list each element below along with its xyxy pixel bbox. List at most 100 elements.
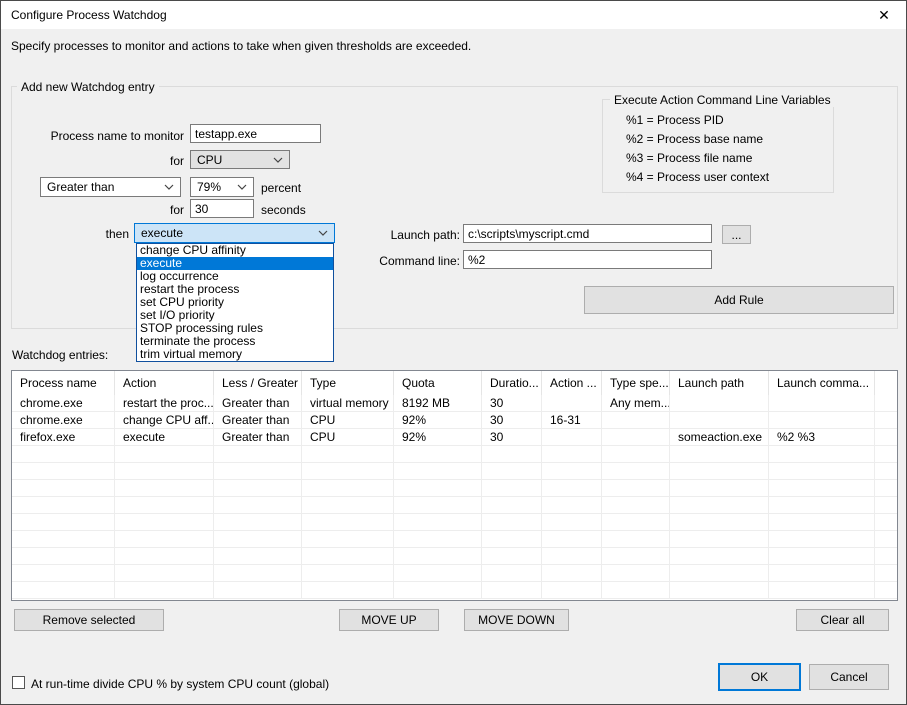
table-cell	[115, 514, 214, 531]
table-cell: 30	[482, 395, 542, 412]
dropdown-item[interactable]: STOP processing rules	[137, 322, 333, 335]
header-cell[interactable]: Duratio...	[482, 371, 542, 395]
header-cell[interactable]: Less / Greater	[214, 371, 302, 395]
dropdown-item[interactable]: execute	[137, 257, 333, 270]
table-cell	[769, 514, 875, 531]
table-cell	[769, 548, 875, 565]
dropdown-item[interactable]: restart the process	[137, 283, 333, 296]
table-cell	[214, 565, 302, 582]
clear-all-button[interactable]: Clear all	[796, 609, 889, 631]
table-cell	[115, 565, 214, 582]
table-cell	[875, 582, 897, 599]
table-cell	[394, 497, 482, 514]
table-cell	[602, 412, 670, 429]
dropdown-item[interactable]: change CPU affinity	[137, 244, 333, 257]
table-cell	[875, 463, 897, 480]
table-cell	[602, 514, 670, 531]
table-cell: change CPU aff...	[115, 412, 214, 429]
table-cell	[769, 395, 875, 412]
comparison-select[interactable]: Greater than	[40, 177, 181, 197]
chevron-down-icon	[164, 184, 174, 190]
variables-group-title: Execute Action Command Line Variables	[610, 93, 835, 107]
table-cell	[302, 497, 394, 514]
process-name-input[interactable]: testapp.exe	[190, 124, 321, 143]
variable-item: %4 = Process user context	[626, 170, 769, 184]
ok-button[interactable]: OK	[718, 663, 801, 691]
table-cell	[542, 565, 602, 582]
table-cell	[602, 429, 670, 446]
table-cell	[670, 548, 769, 565]
table-cell: %2 %3	[769, 429, 875, 446]
header-cell[interactable]: Quota	[394, 371, 482, 395]
seconds-label: seconds	[261, 203, 306, 217]
table-cell	[115, 480, 214, 497]
table-cell	[482, 446, 542, 463]
table-cell	[214, 463, 302, 480]
chevron-down-icon	[318, 230, 328, 236]
action-dropdown-list: change CPU affinityexecutelog occurrence…	[136, 243, 334, 362]
browse-button[interactable]: ...	[722, 225, 751, 244]
table-cell	[769, 497, 875, 514]
add-rule-button[interactable]: Add Rule	[584, 286, 894, 314]
table-cell	[394, 446, 482, 463]
metric-select[interactable]: CPU	[190, 150, 290, 169]
cancel-button[interactable]: Cancel	[809, 664, 889, 690]
table-cell: firefox.exe	[12, 429, 115, 446]
table-cell	[12, 531, 115, 548]
table-row[interactable]: chrome.exechange CPU aff...Greater thanC…	[12, 412, 897, 429]
table-cell	[670, 463, 769, 480]
table-cell: 8192 MB	[394, 395, 482, 412]
table-cell	[214, 548, 302, 565]
variable-item: %2 = Process base name	[626, 132, 763, 146]
move-down-button[interactable]: MOVE DOWN	[464, 609, 569, 631]
table-cell	[875, 514, 897, 531]
cpu-divide-checkbox[interactable]	[12, 676, 25, 689]
header-cell[interactable]: Launch path	[670, 371, 769, 395]
launch-path-label: Launch path:	[356, 228, 460, 242]
launch-path-input[interactable]: c:\scripts\myscript.cmd	[463, 224, 712, 243]
variable-item: %3 = Process file name	[626, 151, 752, 165]
table-cell: 16-31	[542, 412, 602, 429]
header-cell[interactable]: Type spe...	[602, 371, 670, 395]
table-row[interactable]: chrome.exerestart the proc...Greater tha…	[12, 395, 897, 412]
close-icon[interactable]: ✕	[875, 6, 893, 24]
table-row[interactable]: firefox.exeexecuteGreater thanCPU92%30so…	[12, 429, 897, 446]
duration-input[interactable]: 30	[190, 199, 254, 218]
header-cell[interactable]: Type	[302, 371, 394, 395]
table-row	[12, 565, 897, 582]
table-cell	[115, 548, 214, 565]
threshold-select[interactable]: 79%	[190, 177, 254, 197]
table-row	[12, 446, 897, 463]
add-entry-group-title: Add new Watchdog entry	[17, 80, 159, 94]
dropdown-item[interactable]: trim virtual memory	[137, 348, 333, 361]
table-cell	[670, 514, 769, 531]
table-cell	[482, 565, 542, 582]
table-cell	[115, 582, 214, 599]
table-cell	[542, 582, 602, 599]
table-cell	[602, 582, 670, 599]
dropdown-item[interactable]: terminate the process	[137, 335, 333, 348]
dropdown-item[interactable]: set I/O priority	[137, 309, 333, 322]
table-cell	[12, 446, 115, 463]
table-cell	[482, 582, 542, 599]
header-cell[interactable]: Launch comma...	[769, 371, 875, 395]
table-cell	[394, 480, 482, 497]
action-select[interactable]: execute	[134, 223, 335, 243]
command-line-value: %2	[468, 253, 485, 267]
table-row	[12, 463, 897, 480]
table-cell	[542, 446, 602, 463]
header-cell[interactable]: Action	[115, 371, 214, 395]
table-cell	[875, 412, 897, 429]
move-up-button[interactable]: MOVE UP	[339, 609, 439, 631]
remove-selected-button[interactable]: Remove selected	[14, 609, 164, 631]
variable-item: %1 = Process PID	[626, 113, 724, 127]
table-cell	[769, 565, 875, 582]
table-cell	[769, 480, 875, 497]
header-cell[interactable]: Process name	[12, 371, 115, 395]
dropdown-item[interactable]: set CPU priority	[137, 296, 333, 309]
command-line-input[interactable]: %2	[463, 250, 712, 269]
dropdown-item[interactable]: log occurrence	[137, 270, 333, 283]
header-cell[interactable]: Action ...	[542, 371, 602, 395]
table-cell: CPU	[302, 429, 394, 446]
table-cell	[394, 582, 482, 599]
